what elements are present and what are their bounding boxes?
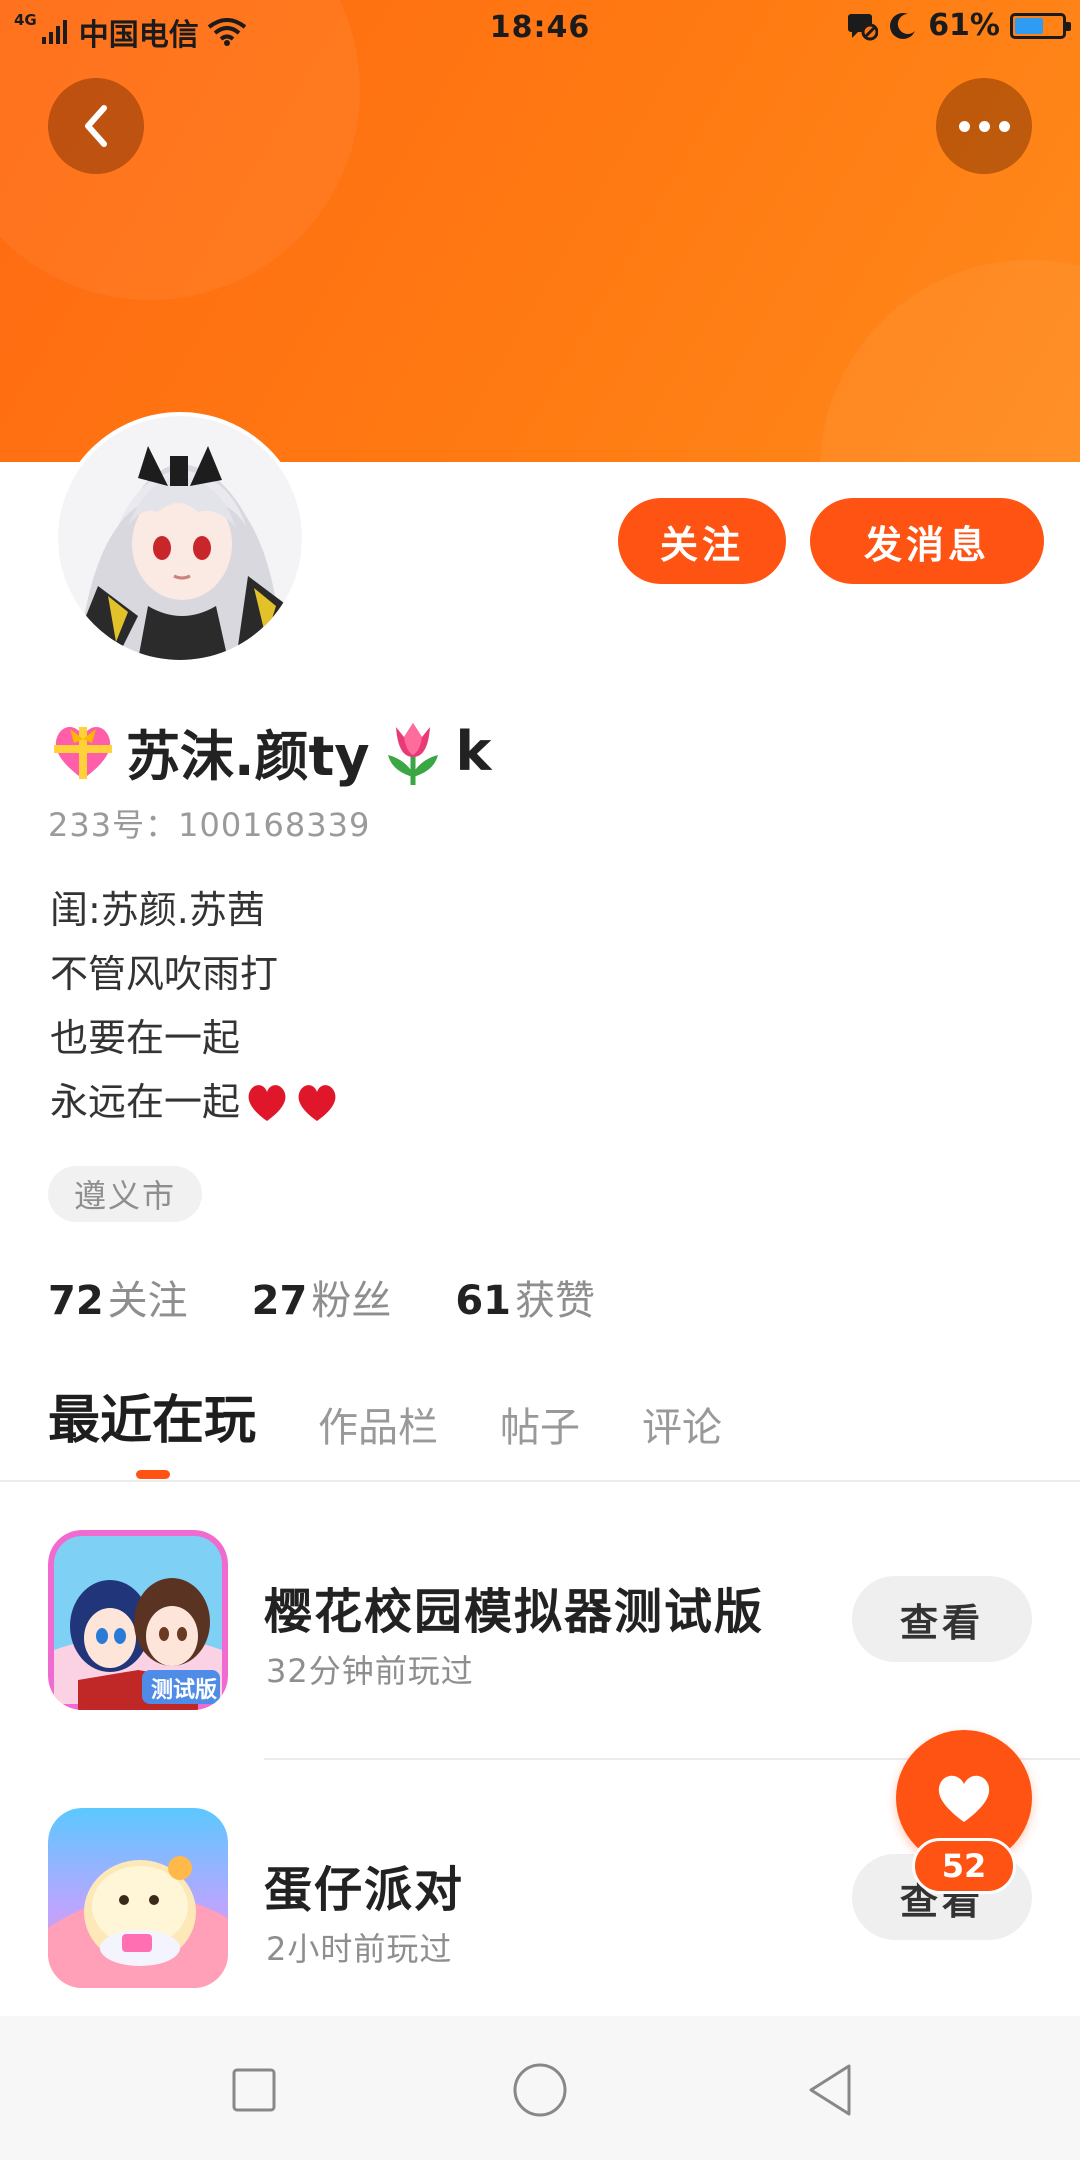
stat-number: 72 (48, 1278, 104, 1324)
bio-line: 也要在一起 (50, 1016, 241, 1060)
back-triangle-icon (809, 2064, 851, 2116)
notification-muted-icon (848, 13, 879, 40)
user-id-value: 100168339 (178, 806, 371, 844)
view-game-button[interactable]: 查看 (852, 1576, 1032, 1662)
stat-number: 27 (251, 1278, 308, 1324)
game-title: 樱花校园模拟器测试版 (264, 1584, 765, 1640)
game-icon-badge: 测试版 (150, 1678, 217, 1703)
tulip-emoji-icon (387, 722, 438, 785)
chevron-left-icon (85, 105, 107, 147)
home-circle-icon (513, 2063, 567, 2117)
game-title: 蛋仔派对 (264, 1862, 465, 1918)
username: 苏沫.颜ty k (48, 712, 491, 791)
stat-following[interactable]: 72 关注 (48, 1268, 188, 1326)
stat-likes[interactable]: 61 获赞 (455, 1268, 595, 1326)
avatar-image (58, 416, 302, 660)
send-message-button[interactable]: 发消息 (810, 498, 1044, 584)
stat-label: 获赞 (515, 1278, 596, 1324)
game-icon-sakura-school[interactable]: 测试版 (48, 1530, 228, 1710)
tab-comments[interactable]: 评论 (642, 1395, 722, 1453)
header-decoration (820, 260, 1080, 462)
bio-line-last: 永远在一起 (50, 1070, 340, 1134)
location-tag: 遵义市 (48, 1166, 203, 1222)
home-button[interactable] (508, 2058, 572, 2122)
bio-line: 闺:苏颜.苏茜 (50, 888, 265, 932)
like-count-badge: 52 (912, 1838, 1016, 1894)
user-id-label: 233号： (48, 806, 179, 844)
game-icon-eggy-party[interactable] (48, 1808, 228, 1988)
profile-stats: 72 关注 27 粉丝 61 获赞 (48, 1268, 595, 1326)
status-bar: 4G 中国电信 18:46 61% (0, 0, 1080, 53)
gift-heart-emoji-icon (54, 726, 112, 779)
heart-icon (938, 1775, 990, 1822)
recent-apps-square-icon (232, 2068, 276, 2112)
tab-works[interactable]: 作品栏 (318, 1395, 438, 1453)
battery-fill (1015, 17, 1044, 34)
profile-header-banner (0, 0, 1080, 462)
user-id: 233号：100168339 (48, 800, 370, 846)
game-last-played: 2小时前玩过 (266, 1930, 453, 1968)
moon-icon (890, 12, 916, 39)
tab-recently-played[interactable]: 最近在玩 (48, 1378, 256, 1453)
stat-label: 关注 (107, 1278, 188, 1324)
list-item[interactable]: 测试版 樱花校园模拟器测试版 32分钟前玩过 查看 (0, 1530, 1080, 1710)
back-button[interactable] (48, 78, 144, 174)
stat-number: 61 (455, 1278, 512, 1324)
stat-label: 粉丝 (311, 1278, 392, 1324)
battery-percent: 61% (928, 8, 1000, 43)
username-text-part2: k (455, 720, 492, 783)
tab-posts[interactable]: 帖子 (500, 1395, 580, 1453)
game-last-played: 32分钟前玩过 (266, 1652, 474, 1690)
divider (0, 1480, 1080, 1482)
more-options-button[interactable] (936, 78, 1032, 174)
status-right: 61% (846, 8, 1071, 43)
bio-line-text: 永远在一起 (50, 1080, 241, 1124)
stat-fans[interactable]: 27 粉丝 (252, 1268, 392, 1326)
system-nav-bar (0, 2016, 1080, 2160)
username-text-part1: 苏沫.颜ty (126, 725, 370, 788)
profile-tabs: 最近在玩 作品栏 帖子 评论 (48, 1378, 722, 1453)
avatar[interactable] (54, 412, 306, 664)
active-tab-indicator (136, 1470, 170, 1479)
red-heart-emoji-icon (298, 1085, 336, 1121)
more-dots-icon (958, 120, 1010, 132)
game-icon-image (48, 1808, 228, 1988)
red-heart-emoji-icon (248, 1085, 286, 1121)
system-back-button[interactable] (798, 2058, 862, 2122)
follow-button[interactable]: 关注 (618, 498, 786, 584)
recent-apps-button[interactable] (222, 2058, 286, 2122)
bio-line: 不管风吹雨打 (50, 952, 279, 996)
battery-icon (1010, 12, 1071, 39)
bio: 闺:苏颜.苏茜 不管风吹雨打 也要在一起 永远在一起 (50, 878, 340, 1134)
